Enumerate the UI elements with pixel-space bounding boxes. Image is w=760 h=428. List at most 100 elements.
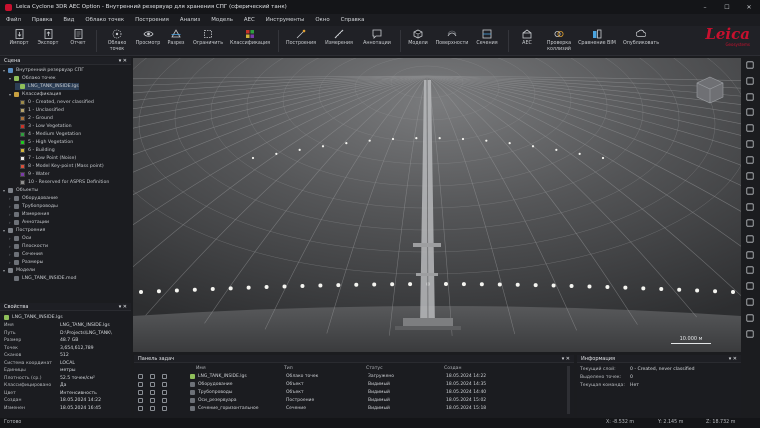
visibility-checkbox[interactable] — [162, 398, 167, 403]
tree-class-5[interactable]: 5 - High Vegetation — [15, 139, 73, 146]
light-button[interactable] — [743, 218, 757, 230]
bim-compare-button[interactable]: Сравнение BIM — [578, 28, 616, 56]
tree-constr-group[interactable]: ▾ Построения — [3, 227, 45, 234]
tree-class-1[interactable]: 1 - Unclassified — [15, 107, 64, 114]
visibility-checkbox[interactable] — [138, 398, 143, 403]
task-row[interactable]: Сечение_горизонтальное Сечение Видимый 18.0… — [136, 405, 572, 413]
aec-button[interactable]: AEC — [516, 28, 538, 56]
tree-object-0[interactable]: › Оборудование — [9, 195, 58, 202]
3d-viewport[interactable]: 10.000 м — [133, 58, 741, 352]
models-button[interactable]: Модели — [406, 28, 430, 56]
import-button[interactable]: Импорт — [8, 28, 30, 56]
close-button[interactable]: ✕ — [738, 0, 760, 14]
column-created[interactable]: Создан — [444, 366, 461, 372]
tree-object-3[interactable]: › Аннотации — [9, 219, 49, 226]
report-button[interactable]: Отчет — [68, 28, 88, 56]
annotation-button[interactable]: Аннотации — [360, 28, 394, 56]
menu-view[interactable]: Вид — [63, 17, 74, 23]
visibility-checkbox[interactable] — [162, 382, 167, 387]
view-cube[interactable] — [693, 74, 727, 106]
tree-constr-0[interactable]: › Оси — [9, 235, 31, 242]
side-view-button[interactable] — [743, 171, 757, 183]
tree-constr-1[interactable]: › Плоскости — [9, 243, 48, 250]
zoom-fit-button[interactable] — [743, 76, 757, 88]
panel-controls[interactable]: ▾ ✕ — [119, 304, 127, 310]
export-button[interactable]: Экспорт — [36, 28, 60, 56]
visibility-checkbox[interactable] — [138, 382, 143, 387]
constructions-button[interactable]: Построения — [284, 28, 318, 56]
clash-check-button[interactable]: Проверка коллизий — [544, 28, 574, 56]
visibility-checkbox[interactable] — [150, 390, 155, 395]
top-view-button[interactable] — [743, 155, 757, 167]
visibility-checkbox[interactable] — [150, 398, 155, 403]
tree-cloud-item[interactable]: LNG_TANK_INSIDE.lgs — [15, 83, 79, 90]
surfaces-button[interactable]: Поверхности — [434, 28, 470, 56]
task-row[interactable]: Оборудование Объект Видимый 18.05.2024 14:3… — [136, 381, 572, 389]
help-button[interactable] — [743, 313, 757, 325]
menu-edit[interactable]: Правка — [32, 17, 53, 23]
panel-controls[interactable]: ▾ ✕ — [119, 58, 127, 64]
task-scrollbar[interactable] — [567, 366, 570, 414]
section-button[interactable]: Разрез — [164, 28, 188, 56]
clip-button[interactable]: Ограничить — [192, 28, 224, 56]
history-button[interactable] — [743, 329, 757, 341]
camera-button[interactable] — [743, 265, 757, 277]
menu-point-cloud[interactable]: Облако точек — [85, 17, 124, 23]
tree-class-10[interactable]: 10 - Reserved for ASPRS Definition — [15, 179, 109, 186]
cross-section-button[interactable]: Сечения — [474, 28, 500, 56]
menu-tools[interactable]: Инструменты — [266, 17, 305, 23]
tree-class-3[interactable]: 3 - Low Vegetation — [15, 123, 72, 130]
rotate-button[interactable] — [743, 107, 757, 119]
classification-button[interactable]: Классификация — [230, 28, 270, 56]
task-row[interactable]: Оси_резервуара Построение Видимый 18.05.202… — [136, 397, 572, 405]
tree-constr-3[interactable]: › Размеры — [9, 259, 43, 266]
visibility-checkbox[interactable] — [162, 390, 167, 395]
task-row[interactable]: Трубопроводы Объект Видимый 18.05.2024 14:4… — [136, 389, 572, 397]
tree-objects-group[interactable]: ▾ Объекты — [3, 187, 38, 194]
menu-model[interactable]: Модель — [211, 17, 233, 23]
visibility-checkbox[interactable] — [150, 406, 155, 411]
expand-button[interactable] — [743, 297, 757, 309]
visibility-checkbox[interactable] — [150, 382, 155, 387]
maximize-button[interactable]: ☐ — [716, 0, 738, 14]
tree-class-9[interactable]: 9 - Water — [15, 171, 50, 178]
iso-view-button[interactable] — [743, 186, 757, 198]
menu-constructions[interactable]: Построения — [135, 17, 169, 23]
visibility-checkbox[interactable] — [138, 390, 143, 395]
tree-class-4[interactable]: 4 - Medium Vegetation — [15, 131, 81, 138]
menu-aec[interactable]: AEC — [244, 17, 255, 23]
tree-model-0[interactable]: LNG_TANK_INSIDE.mod — [9, 275, 76, 282]
front-view-button[interactable] — [743, 139, 757, 151]
zoom-in-button[interactable] — [743, 92, 757, 104]
panel-controls[interactable]: ▾ ✕ — [562, 356, 570, 362]
visibility-checkbox[interactable] — [162, 406, 167, 411]
tree-object-1[interactable]: › Трубопроводы — [9, 203, 58, 210]
tree-class-group[interactable]: ▾ Классификация — [9, 91, 61, 98]
panel-controls[interactable]: ▾ ✕ — [729, 356, 737, 362]
column-name[interactable]: Имя — [196, 366, 206, 372]
measure-button[interactable]: Измерения — [322, 28, 356, 56]
view-button[interactable]: Просмотр — [134, 28, 162, 56]
task-row[interactable]: LNG_TANK_INSIDE.lgs Облако точек Загружено… — [136, 373, 572, 381]
tree-class-7[interactable]: 7 - Low Point (Noise) — [15, 155, 76, 162]
tree-cloud-group[interactable]: ▾ Облако точек — [9, 75, 56, 82]
visibility-checkbox[interactable] — [162, 374, 167, 379]
visibility-checkbox[interactable] — [150, 374, 155, 379]
tree-class-2[interactable]: 2 - Ground — [15, 115, 53, 122]
tree-class-6[interactable]: 6 - Building — [15, 147, 55, 154]
menu-file[interactable]: Файл — [6, 17, 21, 23]
minimize-button[interactable]: – — [694, 0, 716, 14]
column-status[interactable]: Статус — [366, 366, 383, 372]
measure-button[interactable] — [743, 234, 757, 246]
tree-constr-2[interactable]: › Сечения — [9, 251, 43, 258]
settings-button[interactable] — [743, 281, 757, 293]
tree-class-8[interactable]: 8 - Model Key-point (Mass point) — [15, 163, 104, 170]
point-cloud-button[interactable]: Облако точек — [104, 28, 130, 56]
column-type[interactable]: Тип — [284, 366, 293, 372]
visibility-checkbox[interactable] — [138, 374, 143, 379]
tree-root[interactable]: ▾ Внутренний резервуар СПГ — [3, 67, 84, 74]
layers-button[interactable] — [743, 250, 757, 262]
menu-help[interactable]: Справка — [341, 17, 365, 23]
menu-window[interactable]: Окно — [315, 17, 329, 23]
pan-button[interactable] — [743, 123, 757, 135]
